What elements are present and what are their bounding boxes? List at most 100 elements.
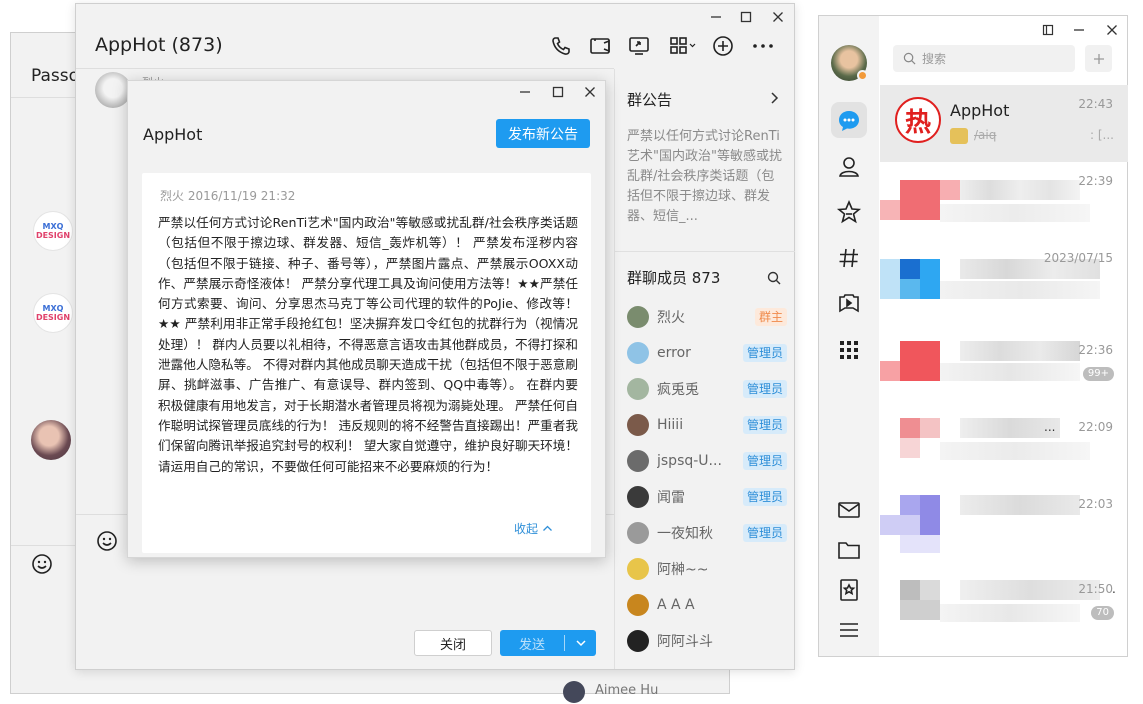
blurred-avatar: [920, 418, 940, 438]
conversation-item[interactable]: 22:36 99+: [880, 333, 1128, 410]
folder-icon[interactable]: [836, 537, 862, 563]
role-badge: 管理员: [742, 488, 787, 506]
screen-share-icon[interactable]: [628, 35, 650, 57]
member-name: Aimee Hu: [595, 683, 659, 698]
conversation-item[interactable]: 2023/07/15: [880, 239, 1128, 316]
menu-icon[interactable]: [836, 617, 862, 643]
member-name: 闻雷: [657, 490, 685, 506]
avatar: [627, 306, 649, 328]
member-item[interactable]: 闻雷 管理员: [627, 483, 787, 511]
sidebar-nav: [819, 16, 879, 656]
conversation-item[interactable]: 22:03: [880, 487, 1128, 564]
blurred-preview: [940, 363, 1080, 381]
bookmark-icon[interactable]: [836, 577, 862, 603]
blurred-preview: [940, 442, 1090, 460]
close-chat-button[interactable]: 关闭: [414, 630, 492, 656]
role-badge: 管理员: [742, 452, 787, 470]
conversation-item-apphot[interactable]: 热 AppHot 22:43 /aiq : [...: [880, 85, 1128, 162]
role-badge: 管理员: [742, 416, 787, 434]
member-item[interactable]: A A A: [627, 591, 787, 619]
hashtag-icon[interactable]: [836, 245, 862, 271]
member-item[interactable]: 一夜知秋 管理员: [627, 519, 787, 547]
more-icon[interactable]: [752, 35, 774, 57]
game-icon[interactable]: [836, 291, 862, 317]
member-name: 烈火: [657, 310, 685, 326]
video-call-icon[interactable]: [589, 35, 611, 57]
contacts-icon[interactable]: [836, 154, 862, 180]
member-name: 疯兎兎: [657, 382, 699, 398]
emoji-icon[interactable]: [31, 553, 53, 575]
avatar: [627, 450, 649, 472]
blurred-avatar: [900, 600, 940, 620]
member-item[interactable]: jspsq-U... 管理员: [627, 447, 787, 475]
minimize-button[interactable]: [512, 81, 538, 103]
search-icon: [903, 52, 916, 65]
blurred-avatar: [880, 200, 900, 220]
notice-heading[interactable]: 群公告: [627, 89, 672, 110]
blurred-preview: [940, 204, 1090, 222]
member-item[interactable]: 阿阿斗斗: [627, 627, 787, 655]
member-item[interactable]: 疯兎兎 管理员: [627, 375, 787, 403]
apps-grid-icon[interactable]: [669, 35, 699, 57]
notice-card: 烈火 2016/11/19 21:32 严禁以任何方式讨论RenTi艺术"国内政…: [142, 173, 591, 553]
message-icon[interactable]: [836, 108, 862, 134]
chevron-right-icon[interactable]: [767, 91, 781, 105]
conversation-name-tail: ...: [1044, 420, 1056, 434]
blurred-avatar: [900, 259, 920, 279]
maximize-button[interactable]: [545, 81, 571, 103]
avatar[interactable]: [31, 420, 71, 460]
conversation-item[interactable]: 22:39: [880, 162, 1128, 239]
blurred-name: [960, 341, 1080, 361]
publish-notice-button[interactable]: 发布新公告: [496, 119, 590, 148]
blurred-name: [960, 180, 1080, 200]
sidebar-toggle-button[interactable]: [1035, 19, 1061, 41]
back-window-title: Passo: [31, 66, 80, 86]
notice-preview[interactable]: 严禁以任何方式讨论RenTi艺术"国内政治"等敏感或扰乱群/社会秩序类话题（包括…: [627, 127, 787, 227]
member-name: 一夜知秋: [657, 526, 713, 542]
unread-count-badge: 99+: [1082, 367, 1114, 381]
blurred-avatar: [900, 341, 940, 381]
blurred-avatar: [900, 418, 920, 438]
blurred-preview: [940, 604, 1080, 622]
avatar[interactable]: MXQ DESIGN: [33, 211, 73, 251]
send-button[interactable]: 发送: [500, 630, 596, 656]
avatar[interactable]: [95, 72, 131, 108]
close-button[interactable]: [1099, 19, 1125, 41]
phone-call-icon[interactable]: [550, 35, 572, 57]
minimize-button[interactable]: [703, 6, 729, 28]
conversation-item[interactable]: ... 22:09: [880, 410, 1128, 487]
blurred-avatar: [920, 580, 940, 600]
chevron-down-icon[interactable]: [565, 637, 596, 649]
star-icon[interactable]: [836, 199, 862, 225]
close-button[interactable]: [765, 6, 791, 28]
divider: [76, 68, 614, 69]
member-item[interactable]: 烈火 群主: [627, 303, 787, 331]
avatar[interactable]: [563, 681, 585, 703]
role-badge: 管理员: [742, 524, 787, 542]
mail-icon[interactable]: [836, 497, 862, 523]
avatar: [627, 594, 649, 616]
maximize-button[interactable]: [733, 6, 759, 28]
member-item[interactable]: Hiiii 管理员: [627, 411, 787, 439]
add-circle-icon[interactable]: [712, 35, 734, 57]
emoji-icon[interactable]: [96, 530, 118, 552]
search-icon[interactable]: [767, 271, 781, 285]
member-item[interactable]: error 管理员: [627, 339, 787, 367]
more-apps-icon[interactable]: [836, 337, 862, 363]
search-input[interactable]: 搜索: [893, 45, 1075, 72]
avatar[interactable]: MXQ DESIGN: [33, 293, 73, 333]
conversation-time: 22:03: [1078, 497, 1113, 511]
conversation-name: AppHot: [950, 101, 1010, 120]
minimize-button[interactable]: [1066, 19, 1092, 41]
member-item[interactable]: 阿榊~~: [627, 555, 787, 583]
collapse-link[interactable]: 收起: [514, 520, 553, 537]
blurred-avatar: [900, 580, 920, 600]
close-button[interactable]: [577, 81, 603, 103]
chat-title: AppHot (873): [95, 34, 223, 56]
avatar: [627, 486, 649, 508]
add-button[interactable]: [1085, 45, 1112, 72]
avatar: [627, 342, 649, 364]
conversation-time: 2023/07/15: [1043, 251, 1113, 265]
main-panel-window: 搜索 热 AppHot 22:43 /aiq : [... 22:39 2023…: [818, 15, 1128, 657]
conversation-item[interactable]: . 21:50 70: [880, 564, 1128, 641]
